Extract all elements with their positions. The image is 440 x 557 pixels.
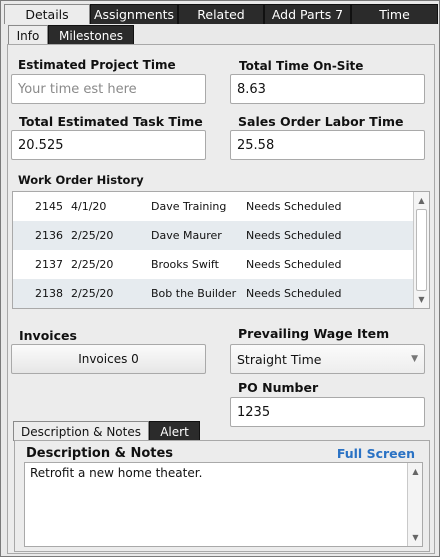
work-order-history-list: 2145 4/1/20 Dave Training Needs Schedule…: [12, 191, 430, 309]
prevailing-wage-selected: Straight Time: [237, 351, 322, 367]
invoices-label: Invoices: [19, 328, 77, 343]
history-status: Needs Scheduled: [246, 200, 342, 213]
sales-order-labor-time-label: Sales Order Labor Time: [238, 114, 404, 129]
history-name: Bob the Builder: [151, 287, 237, 300]
history-status: Needs Scheduled: [246, 258, 342, 271]
tab-milestones[interactable]: Milestones: [48, 25, 134, 45]
history-name: Brooks Swift: [151, 258, 219, 271]
total-estimated-task-time-label: Total Estimated Task Time: [19, 114, 203, 129]
description-panel: Description & Notes Full Screen Retrofit…: [14, 440, 430, 552]
history-name: Dave Maurer: [151, 229, 222, 242]
total-estimated-task-time-field[interactable]: 20.525: [11, 130, 206, 160]
history-id: 2136: [35, 229, 63, 242]
history-row[interactable]: 2137 2/25/20 Brooks Swift Needs Schedule…: [13, 250, 414, 279]
description-title: Description & Notes: [26, 446, 174, 461]
invoices-button[interactable]: Invoices 0: [11, 344, 206, 374]
down-arrow-icon[interactable]: ▼: [414, 292, 429, 307]
sales-order-labor-time-field[interactable]: 25.58: [230, 130, 425, 160]
tab-time[interactable]: Time: [351, 4, 438, 24]
history-id: 2145: [35, 200, 63, 213]
tab-alert[interactable]: Alert: [149, 421, 200, 441]
up-arrow-icon[interactable]: ▲: [408, 464, 423, 479]
history-id: 2138: [35, 287, 63, 300]
sub-tab-bar: Info Milestones: [8, 25, 208, 45]
history-row[interactable]: 2145 4/1/20 Dave Training Needs Schedule…: [13, 192, 414, 221]
down-arrow-icon[interactable]: ▼: [408, 530, 423, 545]
history-scroll-thumb[interactable]: [416, 209, 427, 291]
chevron-down-icon: ▼: [411, 354, 418, 364]
top-tab-bar: Details Assignments Related Add Parts 7 …: [4, 4, 438, 24]
total-time-on-site-field[interactable]: 8.63: [230, 74, 425, 104]
estimated-project-time-label: Estimated Project Time: [18, 58, 176, 72]
tab-related[interactable]: Related: [178, 4, 264, 24]
work-order-details-window: Details Assignments Related Add Parts 7 …: [0, 0, 440, 557]
description-text: Retrofit a new home theater.: [30, 466, 203, 480]
description-scrollbar[interactable]: ▲ ▼: [407, 463, 422, 546]
history-scrollbar[interactable]: ▲ ▼: [413, 192, 429, 308]
po-number-field[interactable]: 1235: [230, 397, 425, 427]
history-date: 2/25/20: [71, 258, 114, 271]
history-row[interactable]: 2138 2/25/20 Bob the Builder Needs Sched…: [13, 279, 414, 308]
history-date: 2/25/20: [71, 229, 114, 242]
po-number-label: PO Number: [238, 380, 319, 395]
history-name: Dave Training: [151, 200, 227, 213]
tab-description-notes[interactable]: Description & Notes: [13, 421, 149, 441]
history-status: Needs Scheduled: [246, 229, 342, 242]
tab-assignments[interactable]: Assignments: [90, 4, 178, 24]
prevailing-wage-label: Prevailing Wage Item: [238, 326, 390, 341]
tab-info[interactable]: Info: [8, 25, 48, 45]
work-order-history-title: Work Order History: [18, 173, 144, 187]
history-date: 4/1/20: [71, 200, 107, 213]
history-status: Needs Scheduled: [246, 287, 342, 300]
total-time-on-site-label: Total Time On-Site: [239, 59, 364, 73]
description-textarea[interactable]: Retrofit a new home theater. ▲ ▼: [24, 462, 423, 547]
up-arrow-icon[interactable]: ▲: [414, 193, 429, 208]
history-id: 2137: [35, 258, 63, 271]
history-row[interactable]: 2136 2/25/20 Dave Maurer Needs Scheduled: [13, 221, 414, 250]
history-date: 2/25/20: [71, 287, 114, 300]
tab-add-parts[interactable]: Add Parts 7: [264, 4, 351, 24]
full-screen-link[interactable]: Full Screen: [337, 446, 415, 461]
prevailing-wage-select[interactable]: Straight Time ▼: [230, 344, 425, 374]
tab-details[interactable]: Details: [4, 4, 90, 24]
estimated-project-time-input[interactable]: Your time est here: [11, 74, 206, 104]
